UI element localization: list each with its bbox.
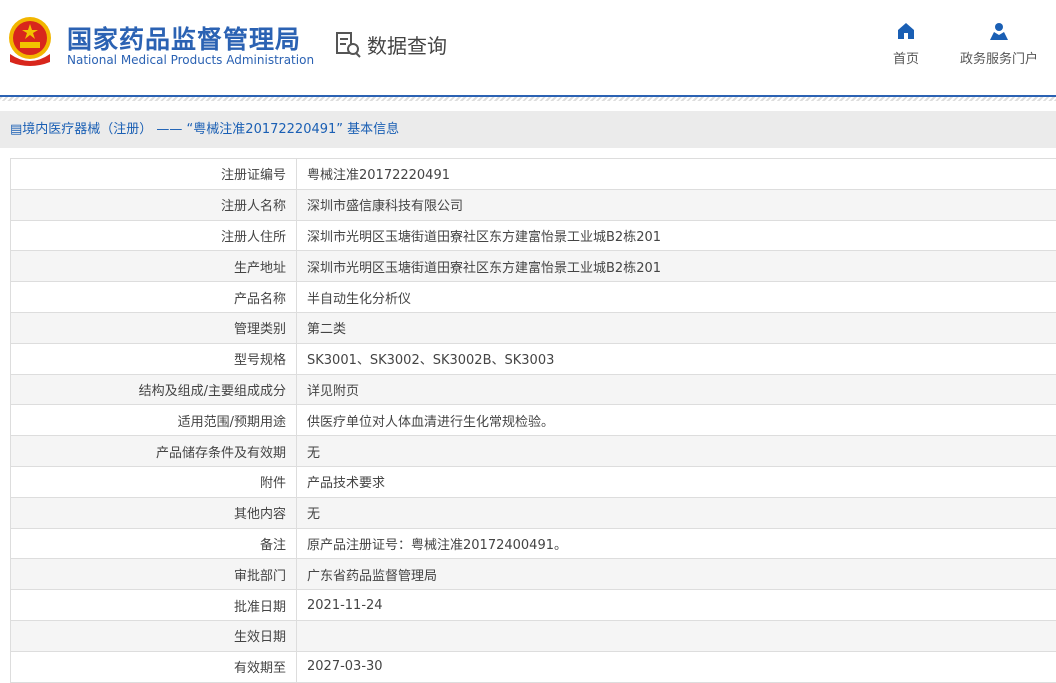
field-label: 其他内容 bbox=[11, 497, 297, 528]
breadcrumb: ▤境内医疗器械（注册） —— “粤械注准20172220491” 基本信息 bbox=[0, 111, 1056, 148]
field-value: 原产品注册证号：粤械注准20172400491。 bbox=[297, 528, 1056, 559]
nav-home-label: 首页 bbox=[893, 48, 919, 67]
field-label: 产品名称 bbox=[11, 282, 297, 313]
table-row: 产品储存条件及有效期无 bbox=[11, 436, 1056, 467]
field-value: 粤械注准20172220491 bbox=[297, 159, 1056, 190]
field-label: 审批部门 bbox=[11, 559, 297, 590]
breadcrumb-text[interactable]: 境内医疗器械（注册） —— “粤械注准20172220491” 基本信息 bbox=[22, 122, 399, 137]
field-label: 有效期至 bbox=[11, 651, 297, 682]
table-row: 型号规格SK3001、SK3002、SK3002B、SK3003 bbox=[11, 343, 1056, 374]
field-value: 半自动生化分析仪 bbox=[297, 282, 1056, 313]
table-row: 产品名称半自动生化分析仪 bbox=[11, 282, 1056, 313]
table-row: 其他内容无 bbox=[11, 497, 1056, 528]
field-value bbox=[297, 620, 1056, 651]
nav-government-portal[interactable]: 政务服务门户 bbox=[960, 22, 1038, 67]
detail-table: 注册证编号粤械注准20172220491注册人名称深圳市盛信康科技有限公司注册人… bbox=[10, 158, 1056, 683]
field-value: 第二类 bbox=[297, 312, 1056, 343]
table-row: 注册人名称深圳市盛信康科技有限公司 bbox=[11, 189, 1056, 220]
table-row: 注册证编号粤械注准20172220491 bbox=[11, 159, 1056, 190]
table-row: 附件产品技术要求 bbox=[11, 466, 1056, 497]
field-value: 无 bbox=[297, 497, 1056, 528]
table-row: 适用范围/预期用途供医疗单位对人体血清进行生化常规检验。 bbox=[11, 405, 1056, 436]
table-row: 审批部门广东省药品监督管理局 bbox=[11, 559, 1056, 590]
field-label: 注册证编号 bbox=[11, 159, 297, 190]
field-value: 2021-11-24 bbox=[297, 590, 1056, 621]
field-value: 无 bbox=[297, 436, 1056, 467]
national-emblem-icon bbox=[6, 16, 54, 66]
field-label: 注册人名称 bbox=[11, 189, 297, 220]
section-title: 数据查询 bbox=[367, 30, 447, 59]
header: 国家药品监督管理局 National Medical Products Admi… bbox=[0, 0, 1056, 95]
table-row: 生产地址深圳市光明区玉塘街道田寮社区东方建富怡景工业城B2栋201 bbox=[11, 251, 1056, 282]
table-row: 有效期至2027-03-30 bbox=[11, 651, 1056, 682]
user-icon bbox=[990, 22, 1008, 40]
hatch-divider bbox=[0, 97, 1056, 101]
field-value: 深圳市盛信康科技有限公司 bbox=[297, 189, 1056, 220]
data-query-section: 数据查询 bbox=[335, 30, 447, 59]
table-row: 生效日期 bbox=[11, 620, 1056, 651]
field-label: 结构及组成/主要组成成分 bbox=[11, 374, 297, 405]
table-row: 结构及组成/主要组成成分详见附页 bbox=[11, 374, 1056, 405]
site-title[interactable]: 国家药品监督管理局 bbox=[67, 20, 301, 56]
document-icon: ▤ bbox=[10, 122, 22, 137]
field-value: SK3001、SK3002、SK3002B、SK3003 bbox=[297, 343, 1056, 374]
field-label: 型号规格 bbox=[11, 343, 297, 374]
site-title-en: National Medical Products Administration bbox=[67, 53, 314, 67]
field-label: 产品储存条件及有效期 bbox=[11, 436, 297, 467]
field-label: 注册人住所 bbox=[11, 220, 297, 251]
table-row: 管理类别第二类 bbox=[11, 312, 1056, 343]
search-document-icon bbox=[335, 31, 363, 59]
field-label: 备注 bbox=[11, 528, 297, 559]
field-label: 批准日期 bbox=[11, 590, 297, 621]
table-row: 备注原产品注册证号：粤械注准20172400491。 bbox=[11, 528, 1056, 559]
field-label: 管理类别 bbox=[11, 312, 297, 343]
field-value: 详见附页 bbox=[297, 374, 1056, 405]
field-value: 供医疗单位对人体血清进行生化常规检验。 bbox=[297, 405, 1056, 436]
nav-portal-label: 政务服务门户 bbox=[960, 48, 1038, 67]
field-label: 生效日期 bbox=[11, 620, 297, 651]
nav-home[interactable]: 首页 bbox=[893, 22, 919, 67]
home-icon bbox=[897, 22, 915, 40]
field-value: 广东省药品监督管理局 bbox=[297, 559, 1056, 590]
field-value: 深圳市光明区玉塘街道田寮社区东方建富怡景工业城B2栋201 bbox=[297, 220, 1056, 251]
field-value: 2027-03-30 bbox=[297, 651, 1056, 682]
field-label: 附件 bbox=[11, 466, 297, 497]
field-label: 适用范围/预期用途 bbox=[11, 405, 297, 436]
field-value: 深圳市光明区玉塘街道田寮社区东方建富怡景工业城B2栋201 bbox=[297, 251, 1056, 282]
field-label: 生产地址 bbox=[11, 251, 297, 282]
table-row: 注册人住所深圳市光明区玉塘街道田寮社区东方建富怡景工业城B2栋201 bbox=[11, 220, 1056, 251]
table-row: 批准日期2021-11-24 bbox=[11, 590, 1056, 621]
field-value: 产品技术要求 bbox=[297, 466, 1056, 497]
